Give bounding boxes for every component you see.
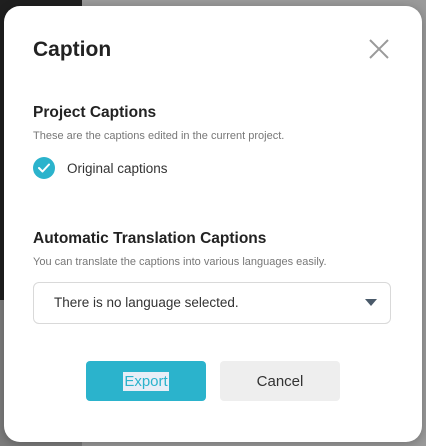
checkmark-icon [38, 163, 50, 173]
dialog-title: Caption [33, 38, 112, 61]
cancel-button[interactable]: Cancel [220, 361, 340, 401]
project-captions-heading: Project Captions [33, 104, 157, 121]
original-captions-label: Original captions [67, 160, 168, 176]
close-button[interactable] [367, 37, 391, 61]
auto-translation-description: You can translate the captions into vari… [33, 256, 327, 268]
project-captions-description: These are the captions edited in the cur… [33, 130, 285, 142]
original-captions-option[interactable]: Original captions [33, 157, 168, 179]
export-button[interactable]: Export [86, 361, 206, 401]
checkbox-checked[interactable] [33, 157, 55, 179]
auto-translation-heading: Automatic Translation Captions [33, 230, 267, 247]
language-select-value: There is no language selected. [54, 295, 239, 310]
language-select[interactable]: There is no language selected. [33, 282, 391, 324]
close-icon [369, 39, 389, 59]
export-button-label: Export [123, 371, 169, 391]
caption-dialog: Caption Project Captions These are the c… [4, 6, 422, 442]
cancel-button-label: Cancel [256, 372, 304, 390]
caret-down-icon [365, 299, 377, 306]
